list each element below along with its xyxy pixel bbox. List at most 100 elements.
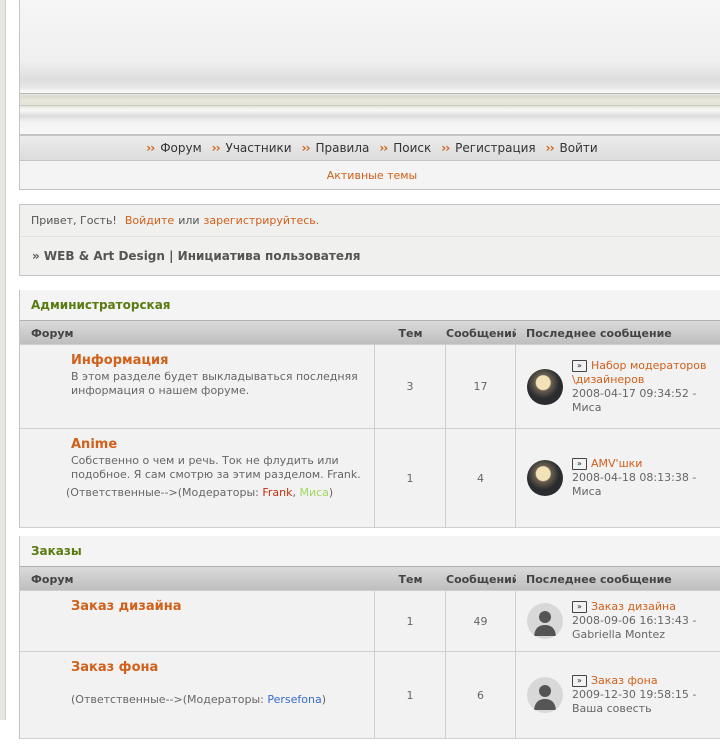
forum-title-link[interactable]: Информация	[71, 353, 364, 368]
moderator-link[interactable]: Frank	[262, 486, 292, 499]
post-count: 49	[446, 591, 516, 651]
user-silhouette-icon	[534, 611, 556, 636]
login-link[interactable]: Войдите	[125, 214, 174, 227]
topic-count: 1	[375, 652, 446, 738]
nav-register[interactable]: ›› Регистрация	[441, 141, 535, 155]
user-avatar[interactable]	[527, 368, 563, 405]
forum-info-cell: Anime Собственно о чем и речь. Ток не фл…	[20, 429, 375, 527]
nav-label: Форум	[160, 141, 202, 155]
nav-arrow-icon: ››	[379, 141, 388, 155]
nav-label: Участники	[225, 141, 292, 155]
last-post-cell: » Набор модераторов \дизайнеров 2008-04-1…	[516, 345, 720, 428]
nav-label: Поиск	[393, 141, 432, 155]
col-topics: Тем	[398, 326, 423, 340]
category-administration: Администраторская Форум Тем Сообщений По…	[19, 290, 720, 528]
greeting-or: или	[178, 214, 200, 227]
forum-info-cell: Заказ дизайна	[20, 591, 375, 651]
last-post-meta: 2009-12-30 19:58:15 - Ваша совесть	[572, 688, 697, 715]
moderator-link[interactable]: Persefona	[267, 693, 321, 706]
user-avatar[interactable]	[527, 460, 563, 496]
last-post-text: » Заказ фона 2009-12-30 19:58:15 - Ваша с…	[572, 674, 720, 716]
nav-arrow-icon: ››	[211, 141, 221, 155]
last-post-cell: » Заказ фона 2009-12-30 19:58:15 - Ваша с…	[516, 652, 720, 738]
moderator-link[interactable]: Миса	[299, 486, 328, 499]
col-topics: Тем	[398, 572, 423, 586]
go-to-post-icon[interactable]: »	[572, 458, 587, 470]
col-posts: Сообщений	[446, 572, 516, 586]
last-post-text: » Набор модераторов \дизайнеров 2008-04-1…	[572, 359, 720, 415]
sub-nav: Активные темы	[19, 161, 720, 190]
last-post-text: » AMV'шки 2008-04-18 08:13:38 - Миса	[572, 457, 720, 499]
forum-row: Anime Собственно о чем и речь. Ток не фл…	[20, 428, 720, 528]
category-title[interactable]: Администраторская	[20, 290, 720, 320]
banner-line	[20, 93, 720, 94]
nav-label: Войти	[559, 141, 598, 155]
col-forum: Форум	[31, 326, 74, 340]
breadcrumb: » WEB & Art Design | Инициатива пользова…	[32, 249, 361, 263]
topic-count: 1	[375, 591, 446, 651]
category-title[interactable]: Заказы	[20, 536, 720, 566]
post-count: 6	[446, 652, 516, 738]
nav-search[interactable]: ›› Поиск	[379, 141, 431, 155]
moderators-suffix: )	[321, 693, 326, 706]
post-count: 4	[446, 429, 516, 527]
category-orders: Заказы Форум Тем Сообщений Последнее соо…	[19, 536, 720, 739]
left-page-edge	[0, 0, 6, 720]
banner-line	[20, 105, 720, 106]
topic-count: 1	[375, 429, 446, 527]
user-silhouette-icon	[534, 685, 556, 710]
nav-arrow-icon: ››	[146, 141, 155, 155]
last-post-link[interactable]: AMV'шки	[591, 457, 642, 470]
nav-arrow-icon: ››	[301, 141, 311, 155]
forum-info-cell: Информация В этом разделе будет выкладыв…	[20, 345, 375, 428]
topic-count: 3	[375, 345, 446, 428]
forum-row: Информация В этом разделе будет выкладыв…	[20, 344, 720, 429]
greeting-text: Привет, Гость!	[31, 214, 117, 227]
moderators-prefix: (Ответственные-->(Модераторы:	[66, 486, 263, 499]
forum-description: В этом разделе будет выкладываться после…	[71, 370, 358, 397]
register-link[interactable]: зарегистрируйтесь.	[204, 214, 320, 227]
welcome-box: Привет, Гость! Войдите или зарегистрируй…	[19, 204, 720, 276]
active-topics-link[interactable]: Активные темы	[327, 169, 418, 182]
moderators-prefix: (Ответственные-->(Модераторы:	[71, 693, 268, 706]
last-post-cell: » AMV'шки 2008-04-18 08:13:38 - Миса	[516, 429, 720, 527]
last-post-link[interactable]: Заказ дизайна	[591, 600, 676, 613]
col-forum: Форум	[31, 572, 74, 586]
go-to-post-icon[interactable]: »	[572, 359, 587, 372]
forum-title-link[interactable]: Anime	[71, 437, 364, 452]
default-avatar[interactable]	[527, 677, 563, 713]
last-post-cell: » Заказ дизайна 2008-09-06 16:13:43 - Gab…	[516, 591, 720, 651]
nav-arrow-icon: ››	[545, 141, 555, 155]
forum-info-cell: Заказ фона (Ответственные-->(Модераторы:…	[20, 652, 375, 738]
moderators-line: (Ответственные-->(Модераторы: Persefona)	[71, 693, 364, 706]
col-last-post: Последнее сообщение	[526, 572, 672, 586]
forum-title-link[interactable]: Заказ дизайна	[71, 599, 364, 614]
moderators-suffix: )	[328, 486, 334, 499]
nav-members[interactable]: ›› Участники	[212, 141, 292, 155]
default-avatar[interactable]	[527, 603, 563, 639]
nav-rules[interactable]: ›› Правила	[302, 141, 370, 155]
go-to-post-icon[interactable]: »	[572, 675, 587, 687]
nav-label: Правила	[315, 141, 370, 155]
post-count: 17	[446, 345, 516, 428]
last-post-text: » Заказ дизайна 2008-09-06 16:13:43 - Gab…	[572, 600, 720, 642]
last-post-meta: 2008-04-18 08:13:38 - Миса	[572, 471, 697, 498]
nav-label: Регистрация	[455, 141, 536, 155]
main-nav: ›› Форум ›› Участники ›› Правила ›› Поиск ››…	[19, 135, 720, 161]
forum-description: Собственно о чем и речь. Ток не флудить …	[71, 454, 361, 481]
header-banner	[19, 0, 720, 135]
last-post-link[interactable]: Набор модераторов \дизайнеров	[572, 359, 706, 386]
moderators-line: (Ответственные-->(Модераторы: Frank, Мис…	[66, 486, 334, 499]
nav-login[interactable]: ›› Войти	[546, 141, 598, 155]
col-posts: Сообщений	[446, 326, 516, 340]
forum-row: Заказ фона (Ответственные-->(Модераторы:…	[20, 651, 720, 739]
last-post-link[interactable]: Заказ фона	[591, 674, 658, 687]
go-to-post-icon[interactable]: »	[572, 601, 587, 613]
greeting-row: Привет, Гость! Войдите или зарегистрируй…	[20, 205, 720, 237]
nav-forum[interactable]: ›› Форум	[146, 141, 201, 155]
table-header: Форум Тем Сообщений Последнее сообщение	[20, 566, 720, 591]
forum-title-link[interactable]: Заказ фона	[71, 660, 364, 675]
forum-row: Заказ дизайна 1 49 » Заказ дизайна 2008-0…	[20, 590, 720, 652]
forum-shell: ›› Форум ›› Участники ›› Правила ›› Поиск ››…	[19, 0, 720, 747]
col-last-post: Последнее сообщение	[526, 326, 672, 340]
